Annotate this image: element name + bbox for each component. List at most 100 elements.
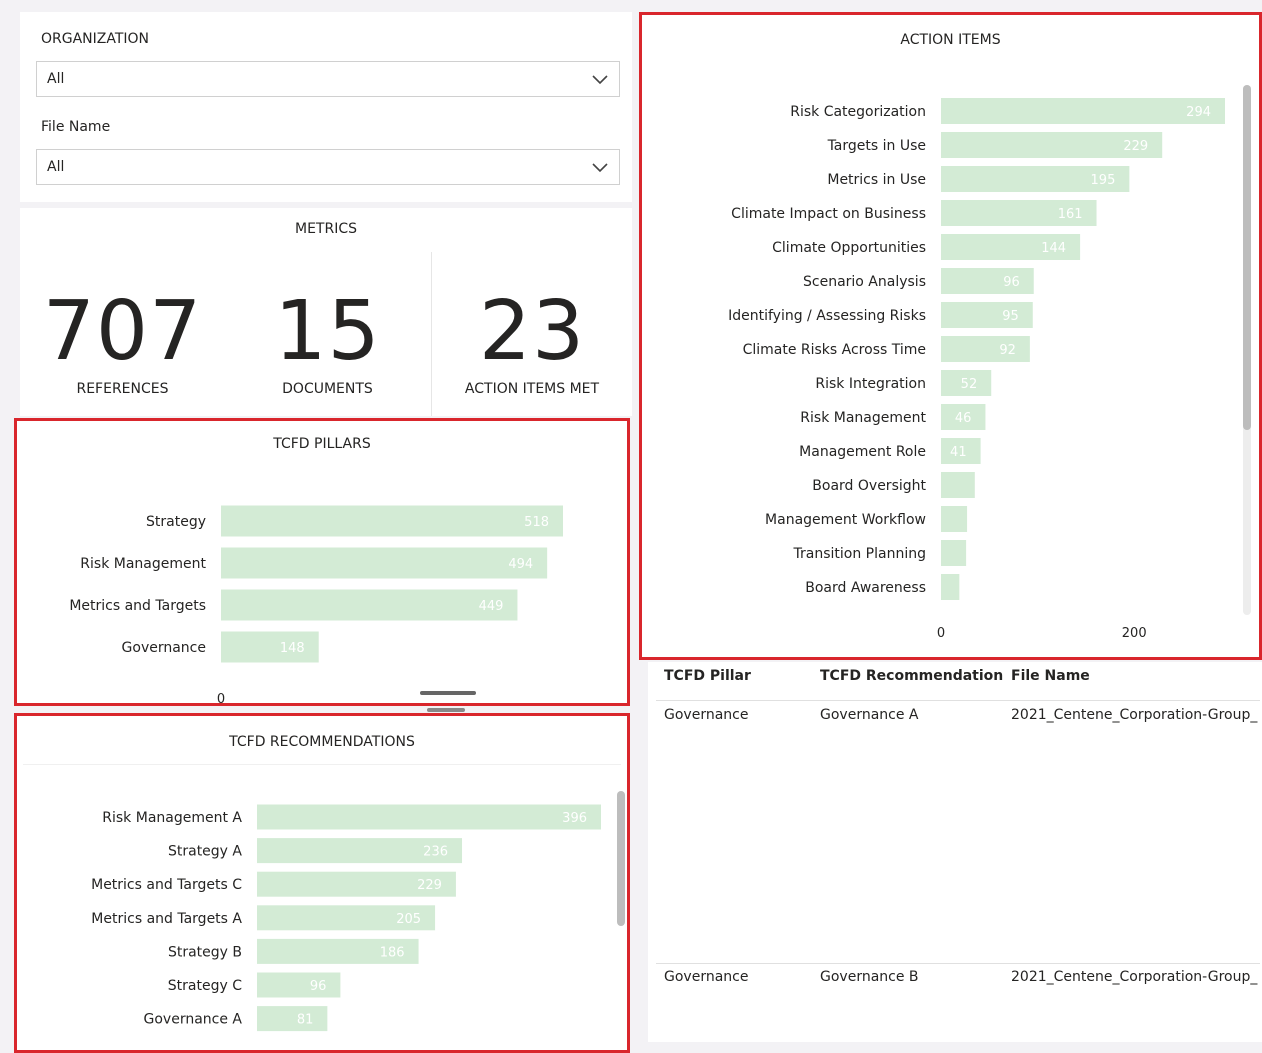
action-items-chart: Risk Categorization 294 Targets in Use 229 M… — [728, 98, 1225, 641]
data-label: 518 — [524, 515, 549, 530]
data-label: 236 — [423, 845, 448, 860]
category-label: Metrics and Targets C — [91, 877, 242, 893]
category-label: Scenario Analysis — [803, 274, 926, 290]
category-label: Targets in Use — [827, 138, 926, 154]
category-label: Board Awareness — [805, 580, 926, 596]
category-label: Risk Management — [80, 556, 206, 572]
chevron-down-icon — [592, 163, 608, 173]
bar — [941, 506, 968, 532]
data-label: 144 — [1041, 241, 1066, 256]
category-label: Climate Impact on Business — [731, 206, 926, 222]
category-label: Metrics and Targets — [69, 598, 206, 614]
bar — [941, 472, 975, 498]
category-label: Strategy — [146, 514, 206, 530]
scrollbar-thumb[interactable] — [1243, 85, 1251, 430]
category-label: Strategy C — [168, 978, 242, 994]
action-items-met-value: 23 — [478, 284, 586, 379]
table-cell: Governance B — [820, 969, 919, 985]
documents-value: 15 — [274, 284, 381, 379]
bar — [941, 540, 967, 566]
tcfd-pillars-chart: Strategy 518 Risk Management 494 Metrics and… — [69, 505, 563, 703]
category-label: Management Role — [799, 444, 926, 460]
table-cell: Governance — [664, 707, 749, 723]
category-label: Governance A — [144, 1012, 243, 1028]
data-label: 186 — [380, 945, 405, 960]
category-label: Risk Management A — [102, 810, 242, 826]
resize-handle[interactable] — [420, 691, 476, 695]
documents-label: DOCUMENTS — [282, 381, 373, 397]
bar — [941, 574, 960, 600]
organization-value: All — [47, 71, 65, 87]
bar — [941, 302, 1033, 328]
column-header-tcfd-recommendation[interactable]: TCFD Recommendation — [820, 668, 1003, 684]
action-items-panel: ACTION ITEMS Risk Categorization 294 Targe… — [639, 12, 1262, 660]
data-label: 494 — [508, 557, 533, 572]
data-label: 81 — [297, 1013, 314, 1028]
data-label: 96 — [1003, 275, 1020, 290]
bar — [941, 98, 1225, 124]
table-cell: 2021_Centene_Corporation-Group_ — [1011, 969, 1258, 985]
data-label: 205 — [396, 912, 421, 927]
data-label: 449 — [479, 599, 504, 614]
x-tick-label: 200 — [1122, 626, 1147, 641]
table-cell: Governance — [664, 969, 749, 985]
data-label: 148 — [280, 641, 305, 656]
file-name-value: All — [47, 159, 65, 175]
filters-panel: ORGANIZATION All File Name All — [20, 12, 632, 202]
category-label: Identifying / Assessing Risks — [728, 308, 926, 324]
bar — [221, 505, 563, 537]
data-label: 229 — [417, 878, 442, 893]
category-label: Metrics in Use — [827, 172, 926, 188]
bar — [257, 1006, 328, 1032]
data-label: 161 — [1058, 207, 1083, 222]
bar — [221, 589, 518, 621]
organization-label: ORGANIZATION — [41, 31, 150, 47]
bar — [257, 804, 601, 830]
data-label: 396 — [562, 811, 587, 826]
resize-handle-lower[interactable] — [427, 708, 465, 712]
table-cell: 2021_Centene_Corporation-Group_ — [1011, 707, 1258, 723]
category-label: Transition Planning — [793, 546, 926, 562]
organization-dropdown[interactable]: All — [36, 61, 620, 97]
category-label: Risk Management — [800, 410, 926, 426]
chevron-down-icon — [592, 75, 608, 85]
data-label: 92 — [999, 343, 1016, 358]
category-label: Strategy A — [168, 844, 242, 860]
category-label: Risk Categorization — [790, 104, 926, 120]
data-label: 195 — [1091, 173, 1116, 188]
table-row[interactable]: Governance Governance B 2021_Centene_Cor… — [648, 964, 1262, 994]
category-label: Management Workflow — [765, 512, 926, 528]
details-table: TCFD Pillar TCFD Recommendation File Nam… — [648, 662, 1262, 1042]
metrics-title: METRICS — [295, 221, 357, 237]
data-label: 96 — [310, 979, 327, 994]
data-label: 41 — [950, 445, 967, 460]
column-header-file-name[interactable]: File Name — [1011, 668, 1090, 684]
x-tick-label: 0 — [937, 626, 945, 641]
category-label: Metrics and Targets A — [91, 911, 242, 927]
header-divider — [656, 700, 1260, 701]
file-name-label: File Name — [41, 119, 111, 135]
bar — [941, 268, 1034, 294]
table-row[interactable]: Governance Governance A 2021_Centene_Cor… — [648, 702, 1262, 732]
data-label: 95 — [1002, 309, 1019, 324]
data-label: 46 — [955, 411, 972, 426]
data-label: 52 — [961, 377, 978, 392]
references-value: 707 — [42, 284, 203, 379]
data-label: 229 — [1123, 139, 1148, 154]
tcfd-recommendations-chart: Risk Management A 396 Strategy A 236 Metrics… — [91, 804, 601, 1032]
recommendations-scrollbar[interactable] — [617, 791, 625, 1041]
category-label: Climate Opportunities — [772, 240, 926, 256]
category-label: Risk Integration — [815, 376, 926, 392]
scrollbar-thumb[interactable] — [617, 791, 625, 926]
bar — [941, 336, 1030, 362]
bar — [257, 972, 341, 998]
references-label: REFERENCES — [76, 381, 169, 397]
action-items-scrollbar[interactable] — [1243, 85, 1251, 615]
x-tick-label: 0 — [217, 692, 225, 703]
table-cell: Governance A — [820, 707, 919, 723]
category-label: Board Oversight — [812, 478, 926, 494]
file-name-dropdown[interactable]: All — [36, 149, 620, 185]
column-header-tcfd-pillar[interactable]: TCFD Pillar — [664, 668, 751, 684]
tcfd-pillars-panel: TCFD PILLARS Strategy 518 Risk Management 4… — [14, 418, 630, 706]
tcfd-recommendations-panel: TCFD RECOMMENDATIONS Risk Management A 39… — [14, 713, 630, 1053]
